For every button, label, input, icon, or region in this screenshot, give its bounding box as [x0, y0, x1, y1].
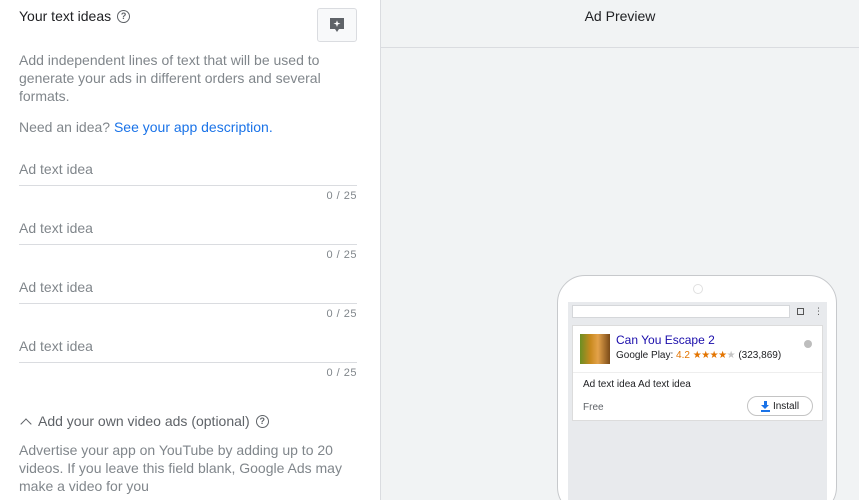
add-idea-button[interactable] [317, 8, 357, 42]
char-counter: 0 / 25 [326, 308, 357, 320]
help-icon[interactable]: ? [255, 414, 269, 428]
ad-preview-panel: Ad Preview ⋮ Can You Escape 2 Google Pla… [381, 0, 859, 500]
ad-text-field-3: 0 / 25 [19, 270, 357, 320]
download-icon [760, 401, 770, 412]
ad-text-field-2: 0 / 25 [19, 211, 357, 261]
rating-line: Google Play: 4.2 ★★★★★ (323,869) [616, 350, 781, 361]
need-idea-prefix: Need an idea? [19, 119, 111, 135]
ad-text-input[interactable] [19, 211, 357, 245]
video-description: Advertise your app on YouTube by adding … [19, 442, 342, 494]
ad-text-input[interactable] [19, 329, 357, 363]
menu-dots-icon: ⋮ [814, 306, 823, 316]
section-description: Add independent lines of text that will … [19, 52, 321, 104]
char-counter: 0 / 25 [326, 367, 357, 379]
rating-stars-filled: ★★★★ [692, 350, 727, 361]
tabs-icon [797, 308, 804, 315]
ad-text-input[interactable] [19, 270, 357, 304]
preview-header: Ad Preview [381, 0, 859, 48]
app-icon [580, 334, 610, 364]
ad-text-field-4: 0 / 25 [19, 329, 357, 379]
browser-url-bar [572, 305, 790, 318]
char-counter: 0 / 25 [326, 190, 357, 202]
ad-text-field-1: 0 / 25 [19, 152, 357, 202]
app-ad-card: Can You Escape 2 Google Play: 4.2 ★★★★★ … [572, 325, 823, 421]
help-icon[interactable]: ? [117, 9, 131, 23]
rating-star-empty: ★ [726, 350, 736, 361]
section-title: Your text ideas ? [19, 8, 131, 24]
review-count: (323,869) [738, 350, 782, 361]
card-divider [573, 372, 822, 373]
ad-info-icon[interactable] [804, 340, 812, 348]
price-label: Free [583, 402, 604, 413]
install-button[interactable]: Install [747, 396, 813, 416]
phone-speaker [693, 284, 703, 294]
phone-mockup: ⋮ Can You Escape 2 Google Play: 4.2 ★★★★… [557, 275, 837, 500]
phone-screen: ⋮ Can You Escape 2 Google Play: 4.2 ★★★★… [568, 302, 827, 500]
text-ideas-panel: Your text ideas ? Add independent lines … [0, 0, 381, 500]
app-name[interactable]: Can You Escape 2 [616, 333, 715, 347]
video-ads-toggle[interactable]: Add your own video ads (optional) ? [19, 413, 269, 430]
rating-value: 4.2 [676, 350, 690, 361]
lightbulb-sparkle-icon [330, 18, 344, 32]
store-label: Google Play: [616, 350, 674, 361]
ad-text-input[interactable] [19, 152, 357, 186]
see-app-description-link[interactable]: See your app description. [114, 119, 273, 135]
need-idea-line: Need an idea? See your app description. [19, 119, 273, 135]
install-label: Install [772, 400, 800, 412]
video-toggle-label: Add your own video ads (optional) [38, 413, 250, 429]
ad-text-preview: Ad text idea Ad text idea [583, 379, 691, 390]
chevron-up-icon [20, 417, 32, 430]
section-title-text: Your text ideas [19, 8, 112, 24]
char-counter: 0 / 25 [326, 249, 357, 261]
